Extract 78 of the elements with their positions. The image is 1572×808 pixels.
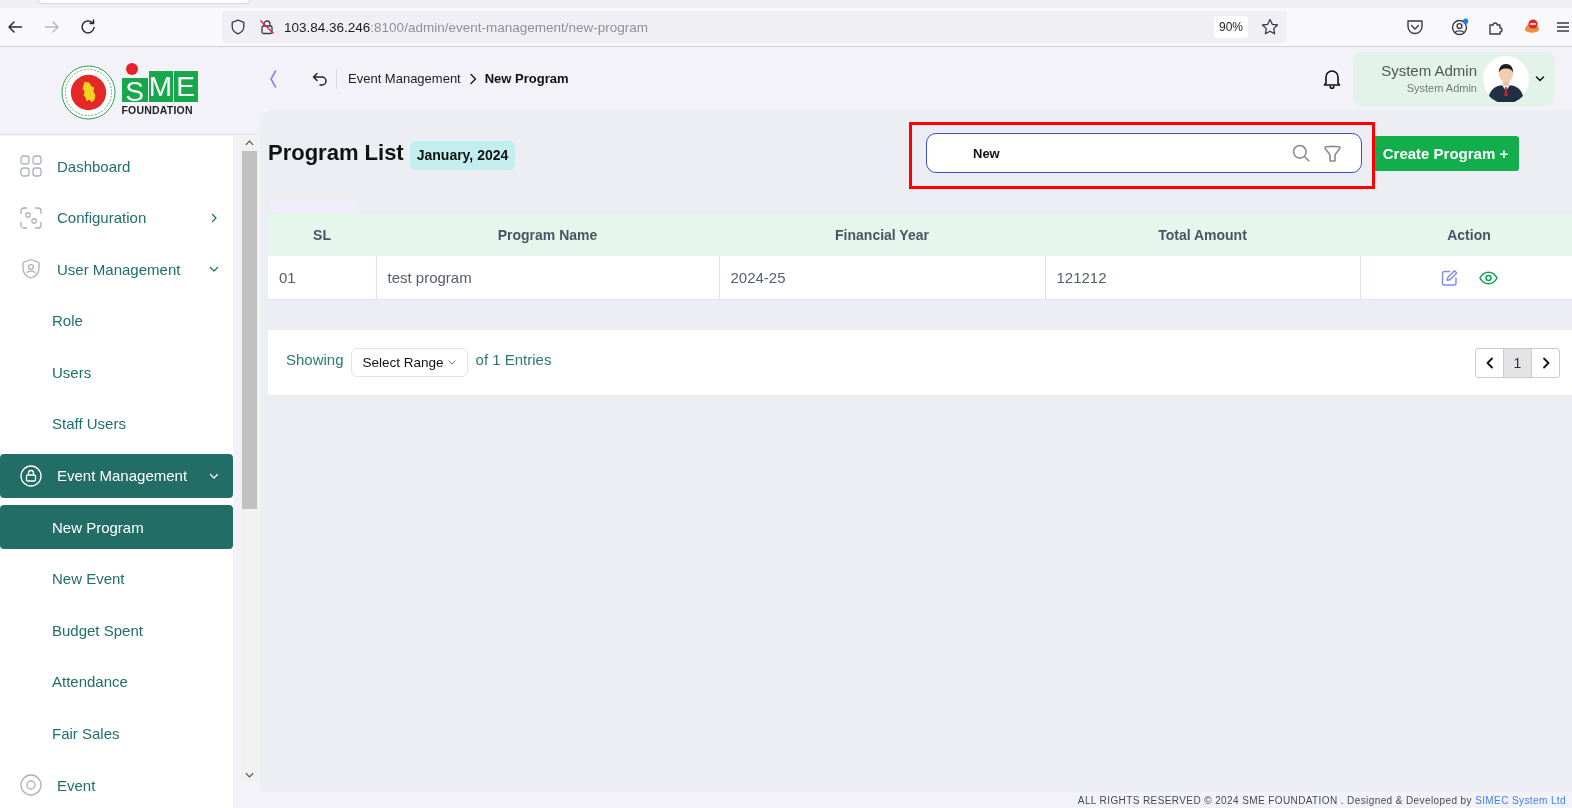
column-header: SL [268,214,376,256]
user-avatar [1483,55,1529,102]
sidebar-subitem[interactable]: Attendance [0,659,233,704]
table-cell: 121212 [1045,256,1360,300]
scroll-up-icon[interactable] [245,140,254,146]
chevron-right-icon [468,72,477,85]
logo-letter: M [148,70,173,102]
previous-page-button[interactable] [1475,347,1504,378]
star-icon[interactable] [1261,18,1279,36]
circle-icon [20,774,42,797]
sidebar-item[interactable]: User Management [0,247,233,292]
chevron-left-icon [1485,356,1494,369]
sidebar-item[interactable]: Event [0,763,233,808]
logo-dot-icon [125,62,138,75]
period-label: January, 2024 [409,140,516,170]
extension-icon[interactable] [1523,18,1541,36]
sidebar-item[interactable]: Dashboard [0,144,233,188]
entries-label: of 1 Entries [475,351,552,368]
page-title: Program List [268,140,404,166]
chevron-icon[interactable] [209,212,219,223]
column-header: Action [1360,214,1572,256]
showing-label: Showing [286,351,344,368]
sidebar-scrollbar[interactable] [241,136,258,782]
menu-icon[interactable] [1556,20,1570,34]
filter-icon[interactable] [1323,143,1342,163]
account-icon[interactable] [1451,18,1469,36]
table-cell: 2024-25 [719,256,1045,300]
address-bar[interactable]: 103.84.36.246:8100/admin/event-management/new-program 90% [222,11,1287,43]
back-arrow-icon[interactable] [312,71,328,86]
sidebar-item[interactable]: Configuration [0,195,233,240]
user-name: System Admin [1381,62,1477,80]
sidebar-subitem[interactable]: Budget Spent [0,608,233,653]
column-header: Financial Year [719,214,1045,256]
column-header: Program Name [376,214,719,256]
profile-card[interactable]: System Admin System Admin [1353,51,1555,106]
user-role: System Admin [1406,81,1477,95]
sidebar-subitem[interactable]: New Program [0,505,233,550]
range-select[interactable]: Select Range [350,348,468,377]
zoom-level-button[interactable]: 90% [1213,16,1248,38]
logo-letter: E [173,70,198,102]
corners-icon [20,206,42,229]
url-text[interactable]: 103.84.36.246:8100/admin/event-management/new-program [284,19,648,35]
developer-link[interactable]: SIMEC System Ltd [1475,794,1566,806]
reload-icon[interactable] [80,19,96,35]
collapse-chevron-icon[interactable] [269,69,277,88]
search-icon[interactable] [1292,144,1310,162]
sidebar-subitem[interactable]: Users [0,350,233,395]
chevron-right-icon [1541,356,1550,369]
table-cell: 01 [268,256,376,300]
sidebar-subitem[interactable]: Staff Users [0,401,233,446]
dashboard-grid-icon [20,155,42,177]
copyright-text: ALL RIGHTS RESERVED © 2024 SME FOUNDATION . Designed & Developed by SIMEC System Ltd [1077,794,1566,806]
scroll-down-icon[interactable] [245,772,254,778]
back-icon[interactable] [7,19,23,35]
search-field[interactable]: New [926,133,1362,173]
caret-icon[interactable] [1535,75,1545,82]
sidebar-subitem[interactable]: Role [0,298,233,343]
lock-circle-icon [20,464,42,487]
edit-icon[interactable] [1440,268,1460,287]
shield-icon[interactable] [230,19,246,35]
crossed-lock-icon[interactable] [259,19,275,35]
page-number-button[interactable]: 1 [1503,347,1532,378]
bell-icon[interactable] [1323,68,1341,89]
table-cell: test program [376,256,719,300]
user-shield-icon [20,258,42,281]
next-page-button[interactable] [1531,347,1560,378]
logo-subtitle: FOUNDATION [121,103,194,116]
sidebar-subitem[interactable]: Fair Sales [0,711,233,756]
emblem-icon [60,65,116,120]
caret-icon [447,360,456,365]
sidebar-item[interactable]: Event Management [0,453,233,498]
tray-chevron-icon[interactable] [1406,18,1424,36]
logo-letter: S [121,77,148,102]
column-header: Total Amount [1045,214,1360,256]
breadcrumb-current: New Program [484,71,569,86]
breadcrumb-link[interactable]: Event Management [348,71,461,86]
sidebar-subitem[interactable]: New Event [0,556,233,601]
scrollbar-thumb[interactable] [242,151,257,509]
